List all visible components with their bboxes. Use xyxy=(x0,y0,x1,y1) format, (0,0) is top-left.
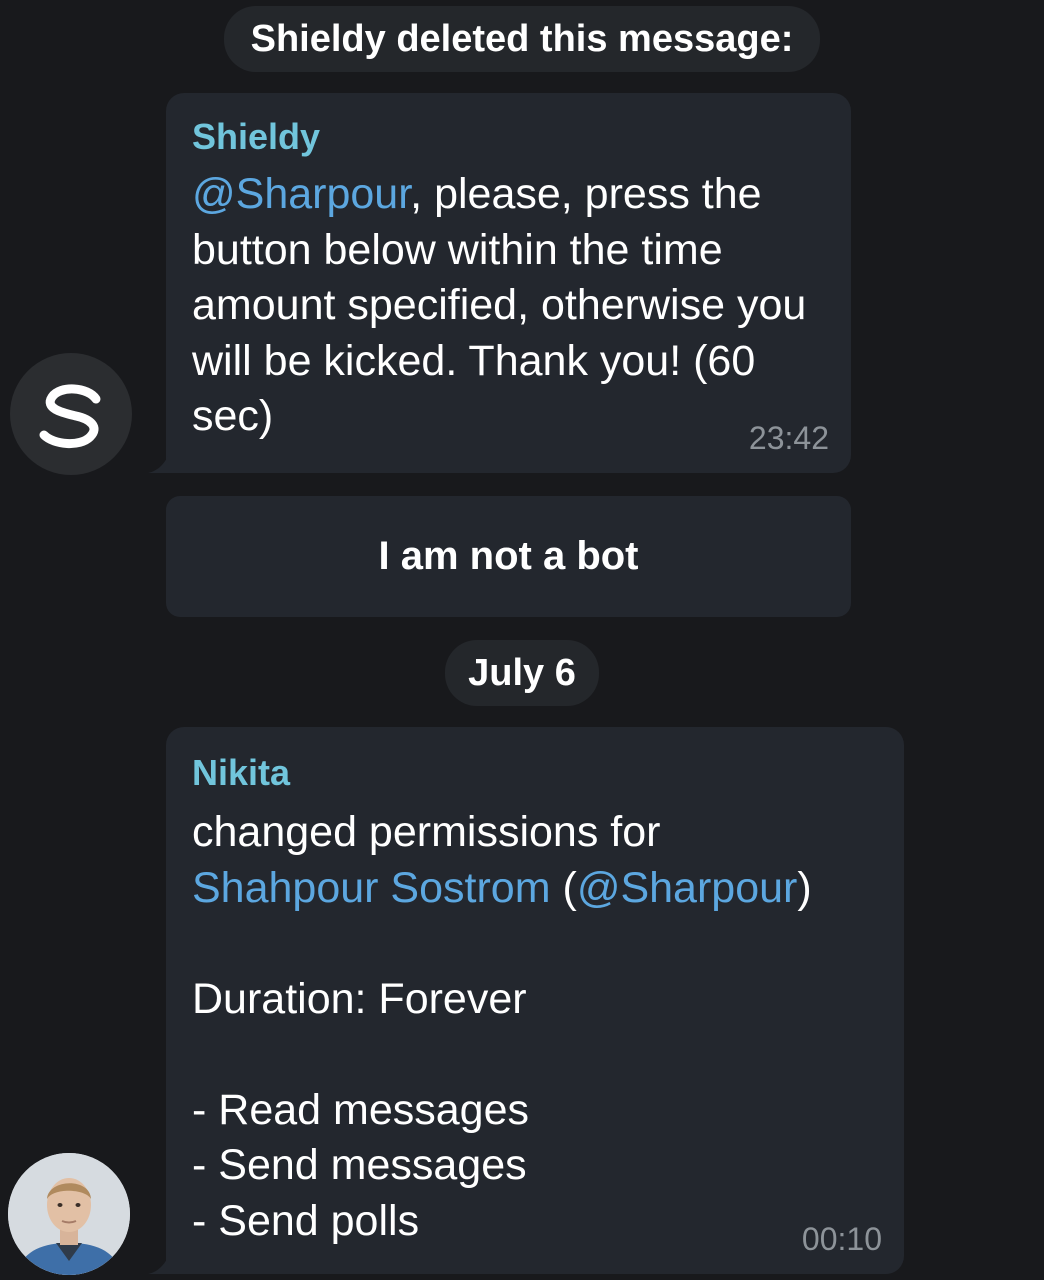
message-text: changed permissions for Shahpour Sostrom… xyxy=(192,805,878,1249)
message-bubble-nikita[interactable]: Nikita changed permissions for Shahpour … xyxy=(148,727,904,1274)
message-time: 23:42 xyxy=(748,420,829,456)
bubble-tail xyxy=(148,1252,170,1274)
avatar-nikita[interactable] xyxy=(8,1153,130,1275)
mention-link[interactable]: @Sharpour xyxy=(577,864,798,912)
not-a-bot-button[interactable]: I am not a bot xyxy=(166,496,851,617)
permission-item: - Read messages xyxy=(192,1085,529,1134)
user-link[interactable]: Shahpour Sostrom xyxy=(192,864,551,912)
bubble-tail xyxy=(148,451,170,473)
sender-name[interactable]: Shieldy xyxy=(192,115,825,159)
duration-text: Duration: Forever xyxy=(192,974,527,1023)
avatar-shieldy[interactable] xyxy=(10,353,132,475)
permissions-intro: changed permissions for xyxy=(192,808,661,856)
user-photo-icon xyxy=(8,1153,130,1275)
permission-item: - Send messages xyxy=(192,1141,527,1189)
paren-open: ( xyxy=(550,863,577,912)
paren-close: ) xyxy=(797,863,812,912)
service-message-text: Shieldy deleted this message: xyxy=(250,17,794,60)
permission-item: - Send polls xyxy=(192,1196,420,1245)
message-bubble-shieldy[interactable]: Shieldy @Sharpour, please, press the but… xyxy=(148,93,851,473)
sender-name[interactable]: Nikita xyxy=(192,751,878,795)
mention-link[interactable]: @Sharpour xyxy=(192,170,410,218)
date-separator-label: July 6 xyxy=(468,651,576,694)
message-time: 00:10 xyxy=(801,1221,882,1257)
date-separator: July 6 xyxy=(445,640,599,706)
shieldy-logo-icon xyxy=(39,384,101,448)
message-text: @Sharpour, please, press the button belo… xyxy=(192,167,825,445)
not-a-bot-button-label: I am not a bot xyxy=(378,534,639,578)
service-message: Shieldy deleted this message: xyxy=(224,6,820,72)
